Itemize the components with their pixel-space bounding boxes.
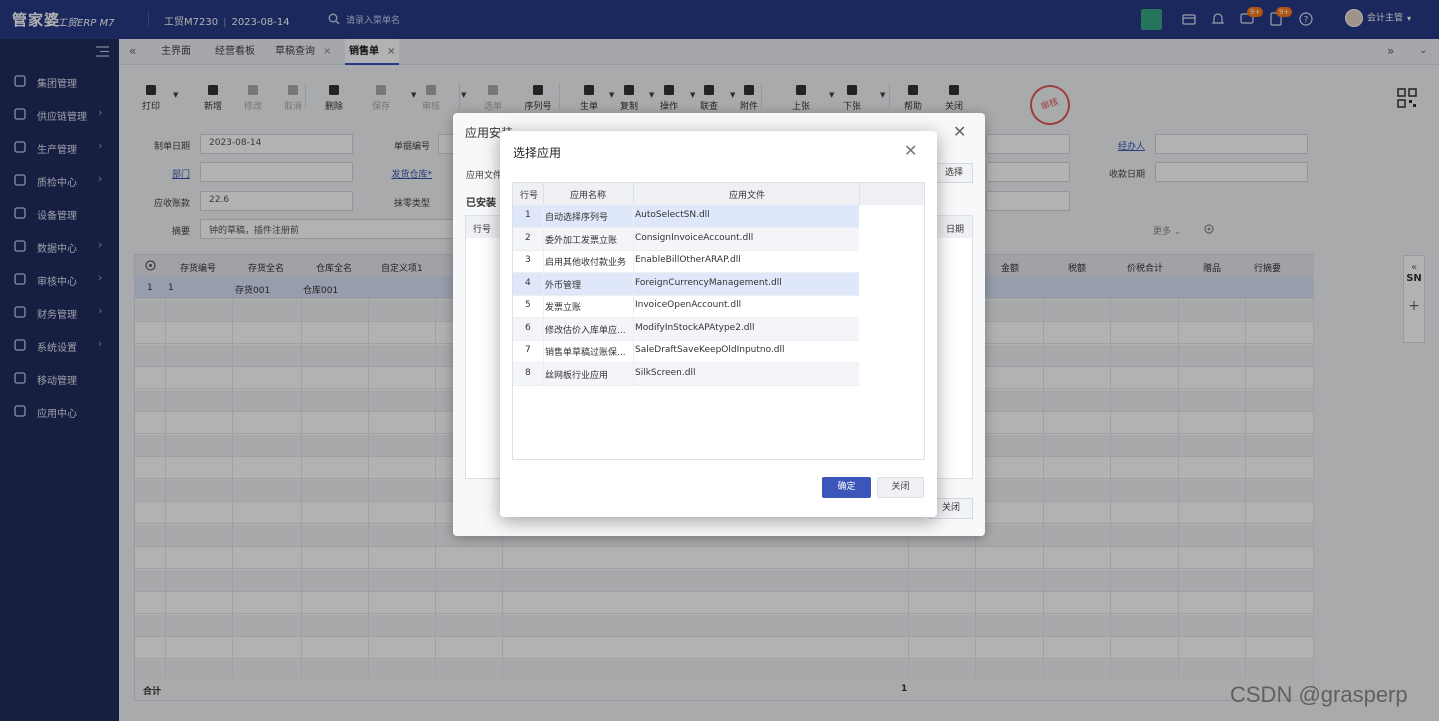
close-button[interactable]: 关闭 bbox=[877, 477, 924, 498]
app-row-file: ConsignInvoiceAccount.dll bbox=[635, 232, 754, 243]
select-dialog-title: 选择应用 bbox=[513, 146, 562, 160]
installed-label: 已安装 bbox=[466, 198, 496, 209]
app-row-file: ModifyInStockAPAtype2.dll bbox=[635, 322, 755, 333]
app-row[interactable]: 8 丝网板行业应用 SilkScreen.dll bbox=[513, 362, 859, 386]
app-row-no: 7 bbox=[525, 345, 531, 355]
col-app-file: 应用文件 bbox=[729, 191, 766, 201]
app-row-name: 委外加工发票立账 bbox=[545, 235, 618, 246]
app-row-no: 4 bbox=[525, 277, 531, 288]
app-row-no: 5 bbox=[525, 300, 531, 310]
app-row-name: 发票立账 bbox=[545, 303, 582, 313]
app-row-name: 自动选择序列号 bbox=[545, 213, 609, 223]
select-button[interactable]: 选择 bbox=[935, 163, 973, 183]
close-icon[interactable]: ✕ bbox=[904, 141, 917, 160]
ok-button[interactable]: 确定 bbox=[822, 477, 871, 498]
app-row-file: SaleDraftSaveKeepOldInputno.dll bbox=[635, 345, 785, 355]
col-date: 日期 bbox=[946, 225, 965, 235]
app-row-no: 1 bbox=[525, 210, 531, 220]
app-row-no: 2 bbox=[525, 232, 531, 243]
app-row[interactable]: 3 启用其他收付款业务 EnableBillOtherARAP.dll bbox=[513, 250, 859, 273]
app-row-file: EnableBillOtherARAP.dll bbox=[635, 255, 741, 265]
app-row-no: 6 bbox=[525, 322, 531, 333]
app-row-file: SilkScreen.dll bbox=[635, 367, 696, 378]
app-row-name: 销售单草稿过账保... bbox=[545, 348, 626, 358]
col-app-name: 应用名称 bbox=[570, 191, 607, 201]
app-row-no: 3 bbox=[525, 255, 531, 265]
app-row-name: 丝网板行业应用 bbox=[545, 370, 609, 381]
app-row[interactable]: 1 自动选择序列号 AutoSelectSN.dll bbox=[513, 205, 859, 228]
close-icon[interactable]: ✕ bbox=[953, 122, 966, 141]
file-label: 应用文件 bbox=[466, 171, 503, 181]
app-row-name: 修改估价入库单应... bbox=[545, 325, 626, 336]
app-row[interactable]: 7 销售单草稿过账保... SaleDraftSaveKeepOldInputno.… bbox=[513, 340, 859, 363]
app-table: 行号 应用名称 应用文件 1 自动选择序列号 AutoSelectSN.dll 2 委外… bbox=[512, 182, 925, 460]
app-row[interactable]: 2 委外加工发票立账 ConsignInvoiceAccount.dll bbox=[513, 227, 859, 251]
app-row-no: 8 bbox=[525, 367, 531, 378]
col-no: 行号 bbox=[520, 191, 539, 201]
app-row-file: ForeignCurrencyManagement.dll bbox=[635, 277, 782, 288]
app-row[interactable]: 4 外币管理 ForeignCurrencyManagement.dll bbox=[513, 272, 859, 296]
col-rowno: 行号 bbox=[473, 225, 492, 235]
app-table-header: 行号 应用名称 应用文件 bbox=[513, 183, 924, 205]
app-row[interactable]: 6 修改估价入库单应... ModifyInStockAPAtype2.dll bbox=[513, 317, 859, 341]
app-row-name: 启用其他收付款业务 bbox=[545, 258, 627, 268]
select-app-dialog: 选择应用 ✕ 行号 应用名称 应用文件 1 自动选择序列号 AutoSelectSN… bbox=[500, 131, 937, 517]
app-row-name: 外币管理 bbox=[545, 280, 582, 291]
app-row[interactable]: 5 发票立账 InvoiceOpenAccount.dll bbox=[513, 295, 859, 318]
app-row-file: AutoSelectSN.dll bbox=[635, 210, 710, 220]
app-row-file: InvoiceOpenAccount.dll bbox=[635, 300, 742, 310]
